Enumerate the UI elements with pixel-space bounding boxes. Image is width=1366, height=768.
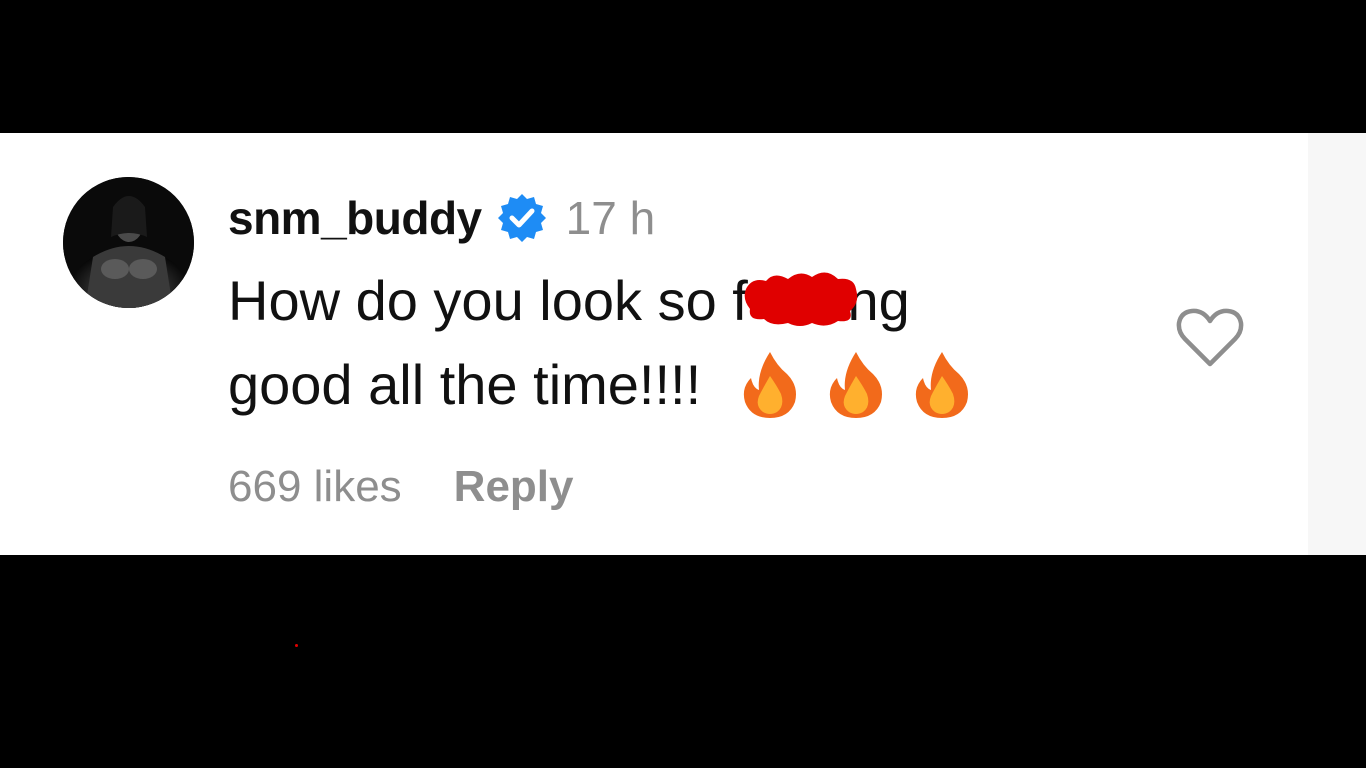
- comment-header: snm_buddy 17 h: [228, 188, 655, 248]
- verified-badge-icon: [496, 192, 548, 244]
- like-button[interactable]: [1176, 307, 1244, 369]
- fire-icon: [915, 352, 968, 419]
- emoji-group: [739, 347, 997, 431]
- username-link[interactable]: snm_buddy: [228, 191, 482, 245]
- red-dot-marker: [295, 644, 298, 647]
- red-censor-scribble-icon: [744, 272, 857, 326]
- heart-outline-icon: [1176, 308, 1244, 367]
- likes-count[interactable]: 669 likes: [228, 462, 402, 512]
- panel-edge: [1308, 133, 1366, 555]
- reply-button[interactable]: Reply: [454, 462, 574, 512]
- fire-icon: [829, 352, 882, 419]
- fire-icon: [743, 352, 796, 419]
- comment-text-part-1: How do you look so f: [228, 269, 748, 332]
- top-letterbox: [0, 0, 1366, 133]
- comment-body: How do you look so fuck ing good all the…: [228, 259, 1128, 427]
- comment-line-1: How do you look so fuck ing: [228, 259, 1128, 343]
- censored-word: uck: [744, 259, 857, 343]
- avatar[interactable]: [63, 177, 194, 308]
- comment-timestamp[interactable]: 17 h: [566, 191, 656, 245]
- comment-text-part-3: good all the time!!!!: [228, 353, 702, 416]
- comment-item: snm_buddy 17 h How do you look so fuck i…: [0, 133, 1366, 555]
- comment-line-2: good all the time!!!!: [228, 343, 1128, 427]
- avatar-photo: [63, 177, 194, 308]
- bottom-letterbox: [0, 555, 1366, 768]
- comment-actions: 669 likes Reply: [228, 461, 574, 513]
